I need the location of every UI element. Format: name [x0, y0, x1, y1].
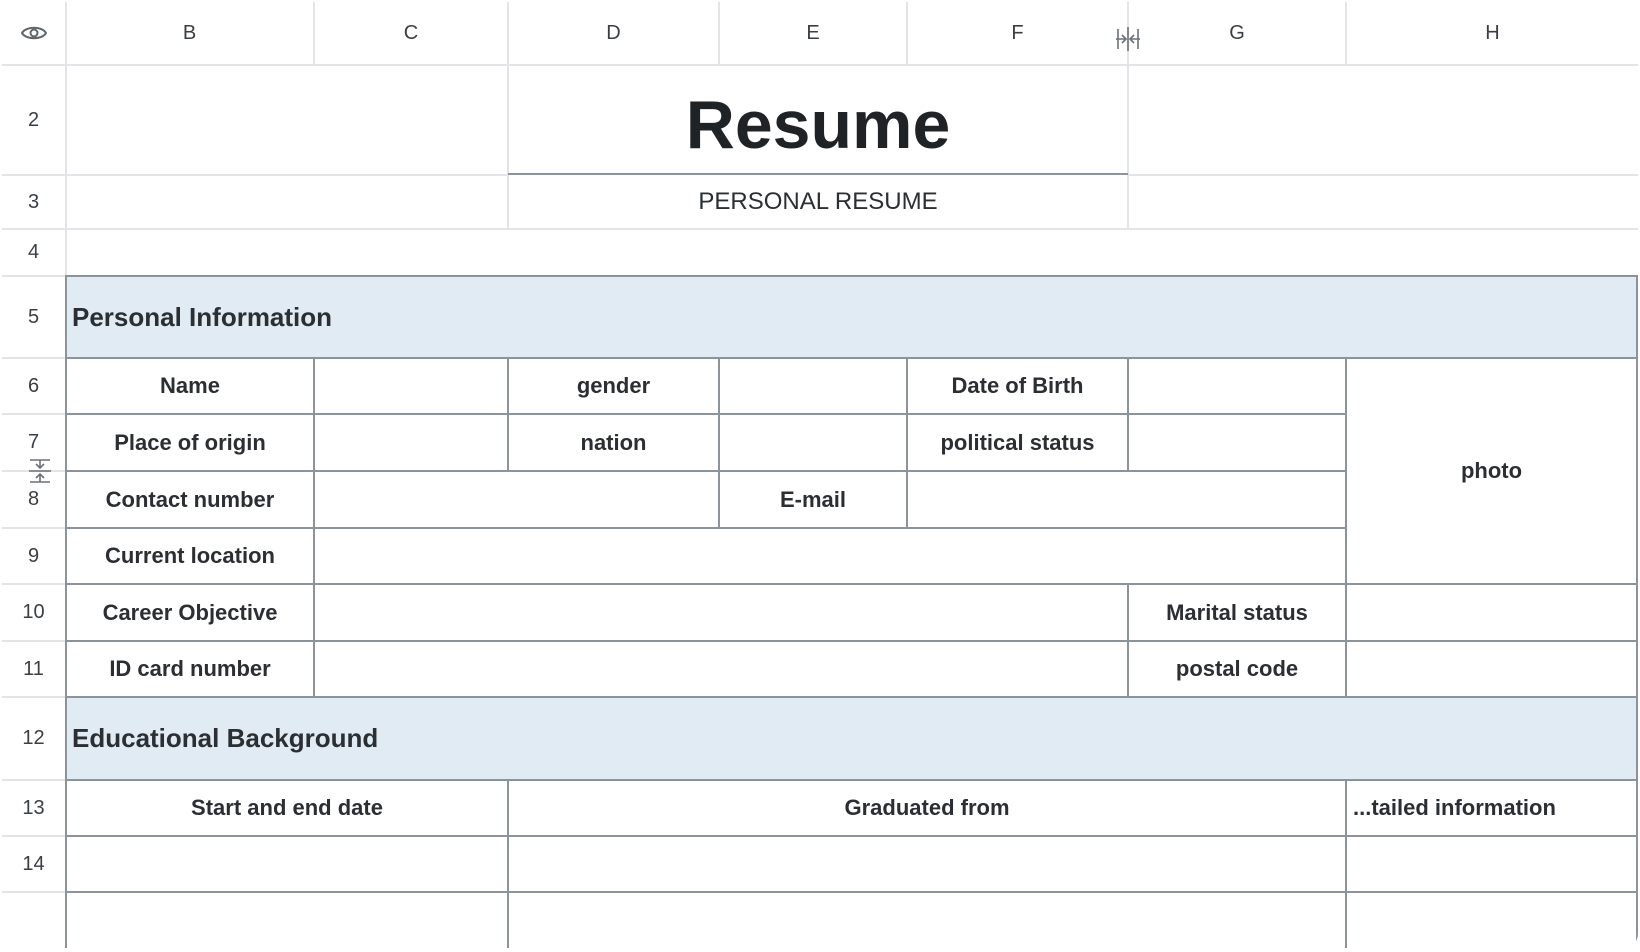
spreadsheet-grid: B C D E F G H 2 3 4 5 6 7 8 9 10 11 12 1… — [2, 2, 1638, 948]
start-end-date-header[interactable]: Start and end date — [67, 781, 507, 835]
resume-title[interactable]: Resume — [508, 66, 1128, 173]
name-value-cell[interactable] — [315, 359, 507, 413]
column-resize-icon[interactable] — [1113, 24, 1143, 54]
nation-label[interactable]: nation — [509, 415, 718, 470]
gender-value-cell[interactable] — [720, 359, 906, 413]
row-header-12[interactable]: 12 — [2, 698, 65, 779]
political-status-label[interactable]: political status — [908, 415, 1127, 470]
row-header-10[interactable]: 10 — [2, 585, 65, 640]
id-card-number-label[interactable]: ID card number — [67, 642, 313, 696]
eye-icon[interactable] — [2, 2, 65, 64]
column-header-d[interactable]: D — [509, 2, 718, 64]
row-header-9[interactable]: 9 — [2, 529, 65, 583]
row-header-6[interactable]: 6 — [2, 359, 65, 413]
date-of-birth-value-cell[interactable] — [1129, 359, 1345, 413]
row-header-3[interactable]: 3 — [2, 176, 65, 228]
column-header-h[interactable]: H — [1347, 2, 1638, 64]
contact-number-value-cell[interactable] — [315, 472, 718, 527]
graduated-from-header[interactable]: Graduated from — [509, 781, 1345, 835]
personal-information-header[interactable]: Personal Information — [72, 277, 872, 357]
row-header-13[interactable]: 13 — [2, 781, 65, 835]
gender-label[interactable]: gender — [509, 359, 718, 413]
row-header-11[interactable]: 11 — [2, 642, 65, 696]
row-resize-icon[interactable] — [26, 457, 54, 485]
political-status-value-cell[interactable] — [1129, 415, 1345, 470]
column-header-g[interactable]: G — [1129, 2, 1345, 64]
photo-cell[interactable]: photo — [1347, 359, 1636, 583]
postal-code-value-cell[interactable] — [1347, 642, 1636, 696]
education-date-cell[interactable] — [67, 837, 507, 891]
marital-status-label[interactable]: Marital status — [1129, 585, 1345, 640]
current-location-value-cell[interactable] — [315, 529, 1345, 583]
nation-value-cell[interactable] — [720, 415, 906, 470]
email-value-cell[interactable] — [908, 472, 1345, 527]
educational-background-header[interactable]: Educational Background — [72, 698, 872, 779]
row-header-4[interactable]: 4 — [2, 230, 65, 275]
id-card-number-value-cell[interactable] — [315, 642, 1127, 696]
row-header-14[interactable]: 14 — [2, 837, 65, 891]
row-header-5[interactable]: 5 — [2, 277, 65, 357]
place-of-origin-label[interactable]: Place of origin — [67, 415, 313, 470]
place-of-origin-value-cell[interactable] — [315, 415, 507, 470]
contact-number-label[interactable]: Contact number — [67, 472, 313, 527]
spreadsheet-window: B C D E F G H 2 3 4 5 6 7 8 9 10 11 12 1… — [2, 2, 1638, 948]
date-of-birth-label[interactable]: Date of Birth — [908, 359, 1127, 413]
column-header-b[interactable]: B — [66, 2, 313, 64]
name-label[interactable]: Name — [67, 359, 313, 413]
email-label[interactable]: E-mail — [720, 472, 906, 527]
column-header-e[interactable]: E — [720, 2, 906, 64]
marital-status-value-cell[interactable] — [1347, 585, 1636, 640]
education-detail-cell[interactable] — [1347, 837, 1636, 891]
current-location-label[interactable]: Current location — [67, 529, 313, 583]
column-header-c[interactable]: C — [315, 2, 507, 64]
detailed-information-header[interactable]: ...tailed information — [1347, 781, 1636, 835]
resume-subtitle[interactable]: PERSONAL RESUME — [508, 176, 1128, 228]
row-header-2[interactable]: 2 — [2, 66, 65, 174]
postal-code-label[interactable]: postal code — [1129, 642, 1345, 696]
career-objective-value-cell[interactable] — [315, 585, 1127, 640]
education-school-cell[interactable] — [509, 837, 1345, 891]
column-header-f[interactable]: F — [908, 2, 1127, 64]
career-objective-label[interactable]: Career Objective — [67, 585, 313, 640]
